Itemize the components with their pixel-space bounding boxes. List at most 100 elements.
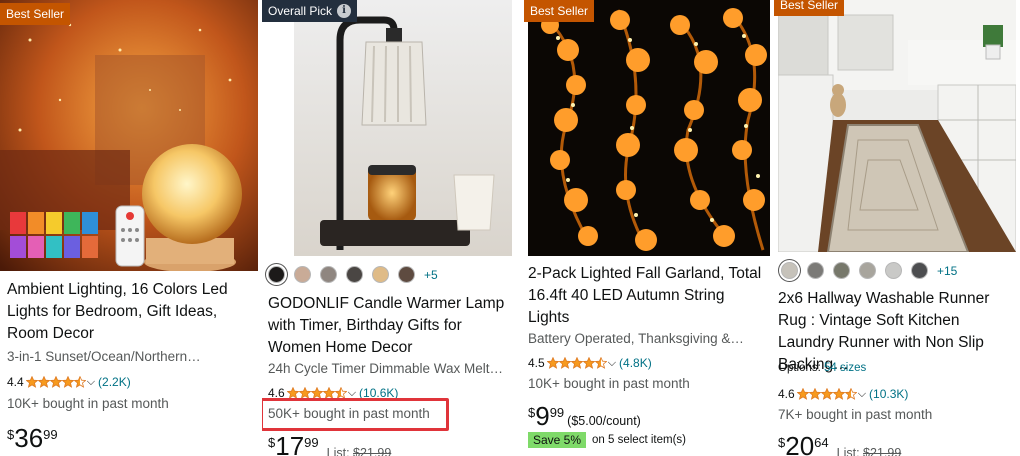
color-swatch-4[interactable] bbox=[346, 266, 363, 283]
color-swatches-2[interactable]: +5 bbox=[268, 266, 438, 283]
product-image-4[interactable] bbox=[778, 0, 1016, 252]
product-subtitle-3: Battery Operated, Thanksgiving &… bbox=[528, 331, 744, 346]
color-swatch-1[interactable] bbox=[781, 262, 798, 279]
price-whole: 20 bbox=[785, 431, 815, 456]
star-icon bbox=[582, 357, 595, 369]
more-colors-link[interactable]: +15 bbox=[937, 264, 957, 278]
rating-row-1[interactable]: 4.4 ⌵ (2.2K) bbox=[7, 374, 131, 390]
options-label: Options: bbox=[778, 362, 821, 374]
product-title-3[interactable]: 2-Pack Lighted Fall Garland, Total 16.4f… bbox=[528, 263, 768, 329]
star-icon bbox=[808, 388, 821, 400]
star-icon bbox=[796, 388, 809, 400]
star-rating-icon bbox=[25, 376, 86, 388]
list-label: List: bbox=[326, 446, 350, 456]
review-count-link[interactable]: (4.8K) bbox=[619, 356, 652, 370]
price-symbol: $ bbox=[778, 435, 786, 450]
star-icon bbox=[49, 376, 62, 388]
price-symbol: $ bbox=[528, 405, 536, 420]
color-swatch-2[interactable] bbox=[807, 262, 824, 279]
list-price: List: $21.99 bbox=[837, 446, 902, 456]
bought-past-month: 7K+ bought in past month bbox=[778, 407, 933, 422]
star-icon bbox=[844, 388, 857, 400]
price-whole: 9 bbox=[535, 401, 550, 431]
chevron-down-icon[interactable]: ⌵ bbox=[87, 376, 95, 389]
sizes-link[interactable]: 54 sizes bbox=[824, 362, 866, 374]
product-image-2[interactable] bbox=[294, 0, 512, 256]
bought-past-month: 10K+ bought in past month bbox=[7, 396, 169, 411]
best-seller-badge: Best Seller bbox=[774, 0, 845, 16]
coupon-row[interactable]: Save 5% on 5 select item(s) bbox=[528, 432, 686, 448]
product-card-2[interactable]: Overall Pick i +5 GODONLIF Candle Warmer… bbox=[262, 0, 520, 456]
save-text: on 5 select item(s) bbox=[592, 434, 686, 446]
price[interactable]: $ 9 99 ($5.00/count) bbox=[528, 402, 641, 430]
product-card-1[interactable]: Best Seller Ambient Lighting, 16 Colors … bbox=[0, 0, 262, 456]
rating-row-3[interactable]: 4.5 ⌵ (4.8K) bbox=[528, 355, 652, 371]
bought-past-month: 10K+ bought in past month bbox=[528, 376, 690, 391]
star-icon bbox=[558, 357, 571, 369]
list-price-value: $21.99 bbox=[353, 446, 392, 456]
runner-rug-photo bbox=[778, 0, 1016, 252]
review-count-link[interactable]: (2.2K) bbox=[98, 375, 131, 389]
overall-pick-badge[interactable]: Overall Pick i bbox=[262, 0, 358, 22]
product-image-1[interactable] bbox=[0, 0, 258, 271]
price-fraction: 64 bbox=[814, 435, 829, 450]
price-symbol: $ bbox=[268, 435, 276, 450]
price[interactable]: $ 20 64 List: $21.99 bbox=[778, 432, 901, 456]
best-seller-badge: Best Seller bbox=[524, 0, 595, 22]
color-swatch-3[interactable] bbox=[320, 266, 337, 283]
color-swatch-1[interactable] bbox=[268, 266, 285, 283]
price-whole: 17 bbox=[275, 431, 305, 456]
price-whole: 36 bbox=[14, 423, 44, 453]
ambient-lamp-photo bbox=[0, 0, 258, 271]
product-card-4[interactable]: Best Seller +15 2x6 Hallway Washable Run… bbox=[772, 0, 1020, 456]
star-icon bbox=[61, 376, 74, 388]
product-subtitle-2: 24h Cycle Timer Dimmable Wax Melt… bbox=[268, 361, 504, 376]
star-icon bbox=[37, 376, 50, 388]
list-price: List: $21.99 bbox=[327, 446, 392, 456]
color-swatch-6[interactable] bbox=[398, 266, 415, 283]
product-card-3[interactable]: Best Seller 2-Pack Lighted Fall Garland,… bbox=[520, 0, 772, 456]
rating-row-4[interactable]: 4.6 ⌵ (10.3K) bbox=[778, 386, 908, 402]
review-count-link[interactable]: (10.3K) bbox=[869, 387, 908, 401]
list-label: List: bbox=[836, 446, 860, 456]
price[interactable]: $ 36 99 bbox=[7, 424, 58, 452]
color-swatch-6[interactable] bbox=[911, 262, 928, 279]
product-subtitle-1: 3-in-1 Sunset/Ocean/Northern… bbox=[7, 349, 201, 364]
color-swatch-5[interactable] bbox=[372, 266, 389, 283]
color-swatch-5[interactable] bbox=[885, 262, 902, 279]
star-icon bbox=[546, 357, 559, 369]
product-title-2[interactable]: GODONLIF Candle Warmer Lamp with Timer, … bbox=[268, 293, 516, 359]
price-fraction: 99 bbox=[43, 427, 58, 442]
info-icon[interactable]: i bbox=[337, 4, 352, 18]
overall-pick-label: Overall Pick bbox=[268, 4, 333, 18]
rating-value: 4.5 bbox=[528, 356, 545, 370]
fall-garland-photo bbox=[528, 0, 770, 256]
best-seller-badge: Best Seller bbox=[0, 3, 71, 25]
color-swatch-4[interactable] bbox=[859, 262, 876, 279]
star-icon bbox=[594, 357, 607, 369]
star-icon bbox=[832, 388, 845, 400]
chevron-down-icon[interactable]: ⌵ bbox=[608, 357, 616, 370]
price-fraction: 99 bbox=[304, 435, 319, 450]
star-rating-icon bbox=[796, 388, 857, 400]
options-row[interactable]: Options: 54 sizes bbox=[778, 362, 866, 374]
star-icon bbox=[25, 376, 38, 388]
price[interactable]: $ 17 99 List: $21.99 bbox=[268, 432, 391, 456]
color-swatches-4[interactable]: +15 bbox=[781, 262, 957, 279]
more-colors-link[interactable]: +5 bbox=[424, 268, 438, 282]
chevron-down-icon[interactable]: ⌵ bbox=[858, 388, 866, 401]
rating-value: 4.6 bbox=[778, 387, 795, 401]
candle-warmer-photo bbox=[294, 0, 512, 256]
rating-value: 4.4 bbox=[7, 375, 24, 389]
price-symbol: $ bbox=[7, 427, 15, 442]
star-icon bbox=[820, 388, 833, 400]
bought-past-month: 50K+ bought in past month bbox=[268, 406, 430, 421]
product-image-3[interactable] bbox=[528, 0, 770, 256]
unit-price: ($5.00/count) bbox=[567, 414, 641, 428]
list-price-value: $21.99 bbox=[863, 446, 902, 456]
price-fraction: 99 bbox=[549, 405, 565, 420]
color-swatch-2[interactable] bbox=[294, 266, 311, 283]
product-title-1[interactable]: Ambient Lighting, 16 Colors Led Lights f… bbox=[7, 279, 255, 345]
color-swatch-3[interactable] bbox=[833, 262, 850, 279]
star-icon bbox=[73, 376, 86, 388]
